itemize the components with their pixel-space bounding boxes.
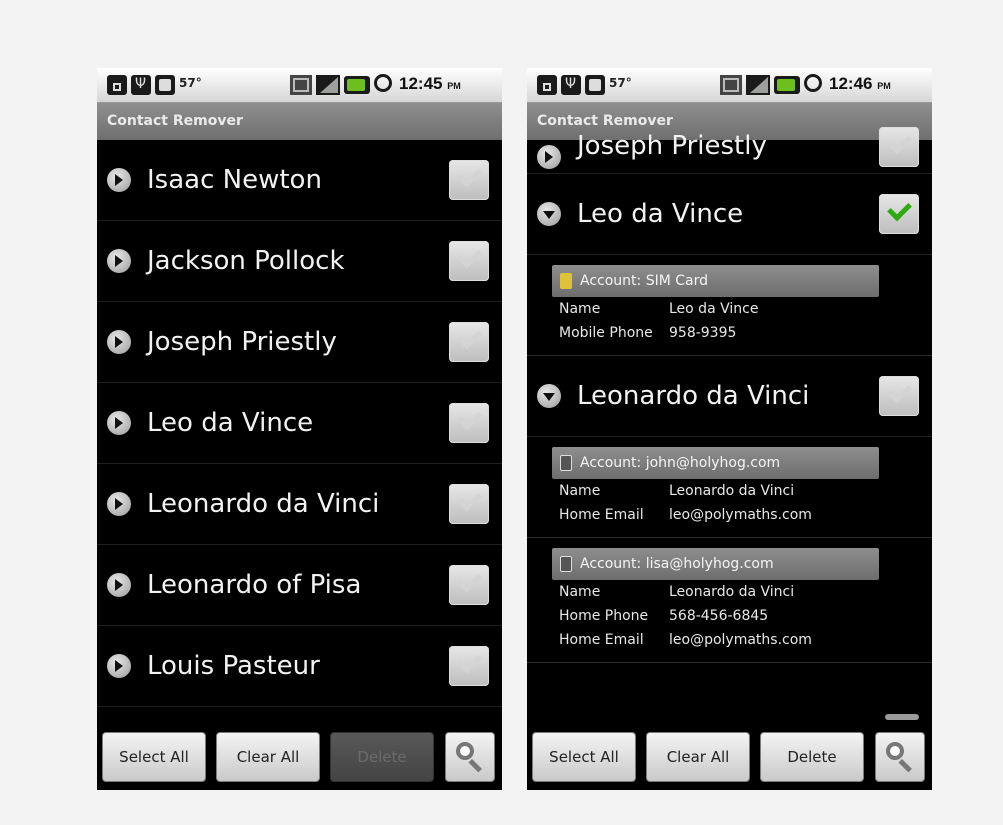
search-icon [456,742,474,760]
detail-field: Home Phone 568-456-6845 [559,608,769,624]
sync-account-icon [560,556,572,572]
account-header: Account: SIM Card [552,265,879,297]
usb-icon [561,75,581,95]
contact-name: Leo da Vince [577,199,744,229]
list-item[interactable]: Isaac Newton [97,140,502,221]
collapse-arrow-icon[interactable] [537,202,561,226]
lock-icon [107,75,127,95]
clock-time: 12:45 PM [399,74,461,93]
list-item[interactable]: Jackson Pollock [97,221,502,302]
contact-checkbox[interactable] [449,484,489,524]
search-icon [886,742,904,760]
select-all-button[interactable]: Select All [102,732,206,782]
clear-all-button[interactable]: Clear All [646,732,750,782]
contact-checkbox[interactable] [449,646,489,686]
sd-card-icon [585,75,605,95]
expand-arrow-icon[interactable] [107,249,131,273]
phone-screen-right: 57° 12:46 PM Contact Remover Joseph Prie… [527,68,932,790]
battery-icon [344,76,370,94]
account-detail: Account: SIM Card Name Leo da Vince Mobi… [527,255,932,356]
contact-list[interactable]: Isaac Newton Jackson Pollock Joseph Priest… [97,140,502,707]
bottom-toolbar: Select All Clear All Delete [527,724,932,790]
list-item[interactable]: Joseph Priestly [527,126,932,174]
status-bar: 57° 12:46 PM [527,68,932,103]
contact-name: Isaac Newton [147,165,322,195]
collapse-arrow-icon[interactable] [537,384,561,408]
contact-checkbox[interactable] [449,241,489,281]
contact-name: Louis Pasteur [147,651,320,681]
contact-name: Joseph Priestly [577,131,767,161]
contact-name: Jackson Pollock [147,246,345,276]
phone-screen-left: 57° 12:45 PM Contact Remover Isaac Newto… [97,68,502,790]
usb-icon [131,75,151,95]
list-item-expanded[interactable]: Leonardo da Vinci [527,356,932,437]
scrollbar-thumb[interactable] [885,714,919,720]
network-icon [290,75,312,95]
detail-field: Name Leonardo da Vinci [559,483,795,499]
contact-checkbox[interactable] [449,403,489,443]
sync-account-icon [560,455,572,471]
alarm-icon [804,74,822,92]
expand-arrow-icon[interactable] [537,144,561,169]
account-header: Account: lisa@holyhog.com [552,548,879,580]
account-detail: Account: lisa@holyhog.com Name Leonardo … [527,538,932,663]
detail-field: Name Leonardo da Vinci [559,584,795,600]
expand-arrow-icon[interactable] [107,654,131,678]
contact-name: Joseph Priestly [147,327,337,357]
list-item[interactable]: Joseph Priestly [97,302,502,383]
account-detail: Account: john@holyhog.com Name Leonardo … [527,437,932,538]
contact-checkbox[interactable] [449,322,489,362]
temperature-text: 57° [609,76,632,90]
list-item[interactable]: Leonardo of Pisa [97,545,502,626]
expand-arrow-icon[interactable] [107,411,131,435]
list-item[interactable]: Leo da Vince [97,383,502,464]
detail-field: Mobile Phone 958-9395 [559,325,737,341]
list-item-expanded[interactable]: Leo da Vince [527,174,932,255]
delete-button[interactable]: Delete [330,732,434,782]
detail-field: Home Email leo@polymaths.com [559,632,812,648]
sim-card-icon [560,273,572,289]
expand-arrow-icon[interactable] [107,330,131,354]
detail-field: Name Leo da Vince [559,301,759,317]
network-icon [720,75,742,95]
signal-icon [316,75,340,95]
lock-icon [537,75,557,95]
contact-checkbox[interactable] [449,160,489,200]
app-title: Contact Remover [97,103,502,140]
alarm-icon [374,74,392,92]
detail-field: Home Email leo@polymaths.com [559,507,812,523]
contact-checkbox[interactable] [449,565,489,605]
expand-arrow-icon[interactable] [107,573,131,597]
battery-icon [774,76,800,94]
clock-time: 12:46 PM [829,74,891,93]
contact-name: Leonardo of Pisa [147,570,362,600]
clear-all-button[interactable]: Clear All [216,732,320,782]
contact-detail-list[interactable]: Joseph Priestly Leo da Vince Account: SI… [527,126,932,663]
contact-name: Leo da Vince [147,408,314,438]
signal-icon [746,75,770,95]
status-bar: 57° 12:45 PM [97,68,502,103]
expand-arrow-icon[interactable] [107,492,131,516]
search-button[interactable] [445,732,495,782]
contact-checkbox[interactable] [879,376,919,416]
expand-arrow-icon[interactable] [107,168,131,192]
sd-card-icon [155,75,175,95]
list-item[interactable]: Louis Pasteur [97,626,502,707]
account-header: Account: john@holyhog.com [552,447,879,479]
search-button[interactable] [875,732,925,782]
delete-button[interactable]: Delete [760,732,864,782]
contact-name: Leonardo da Vinci [577,381,810,411]
list-item[interactable]: Leonardo da Vinci [97,464,502,545]
contact-checkbox[interactable] [879,126,919,167]
bottom-toolbar: Select All Clear All Delete [97,724,502,790]
contact-name: Leonardo da Vinci [147,489,380,519]
temperature-text: 57° [179,76,202,90]
select-all-button[interactable]: Select All [532,732,636,782]
contact-checkbox-checked[interactable] [879,194,919,234]
